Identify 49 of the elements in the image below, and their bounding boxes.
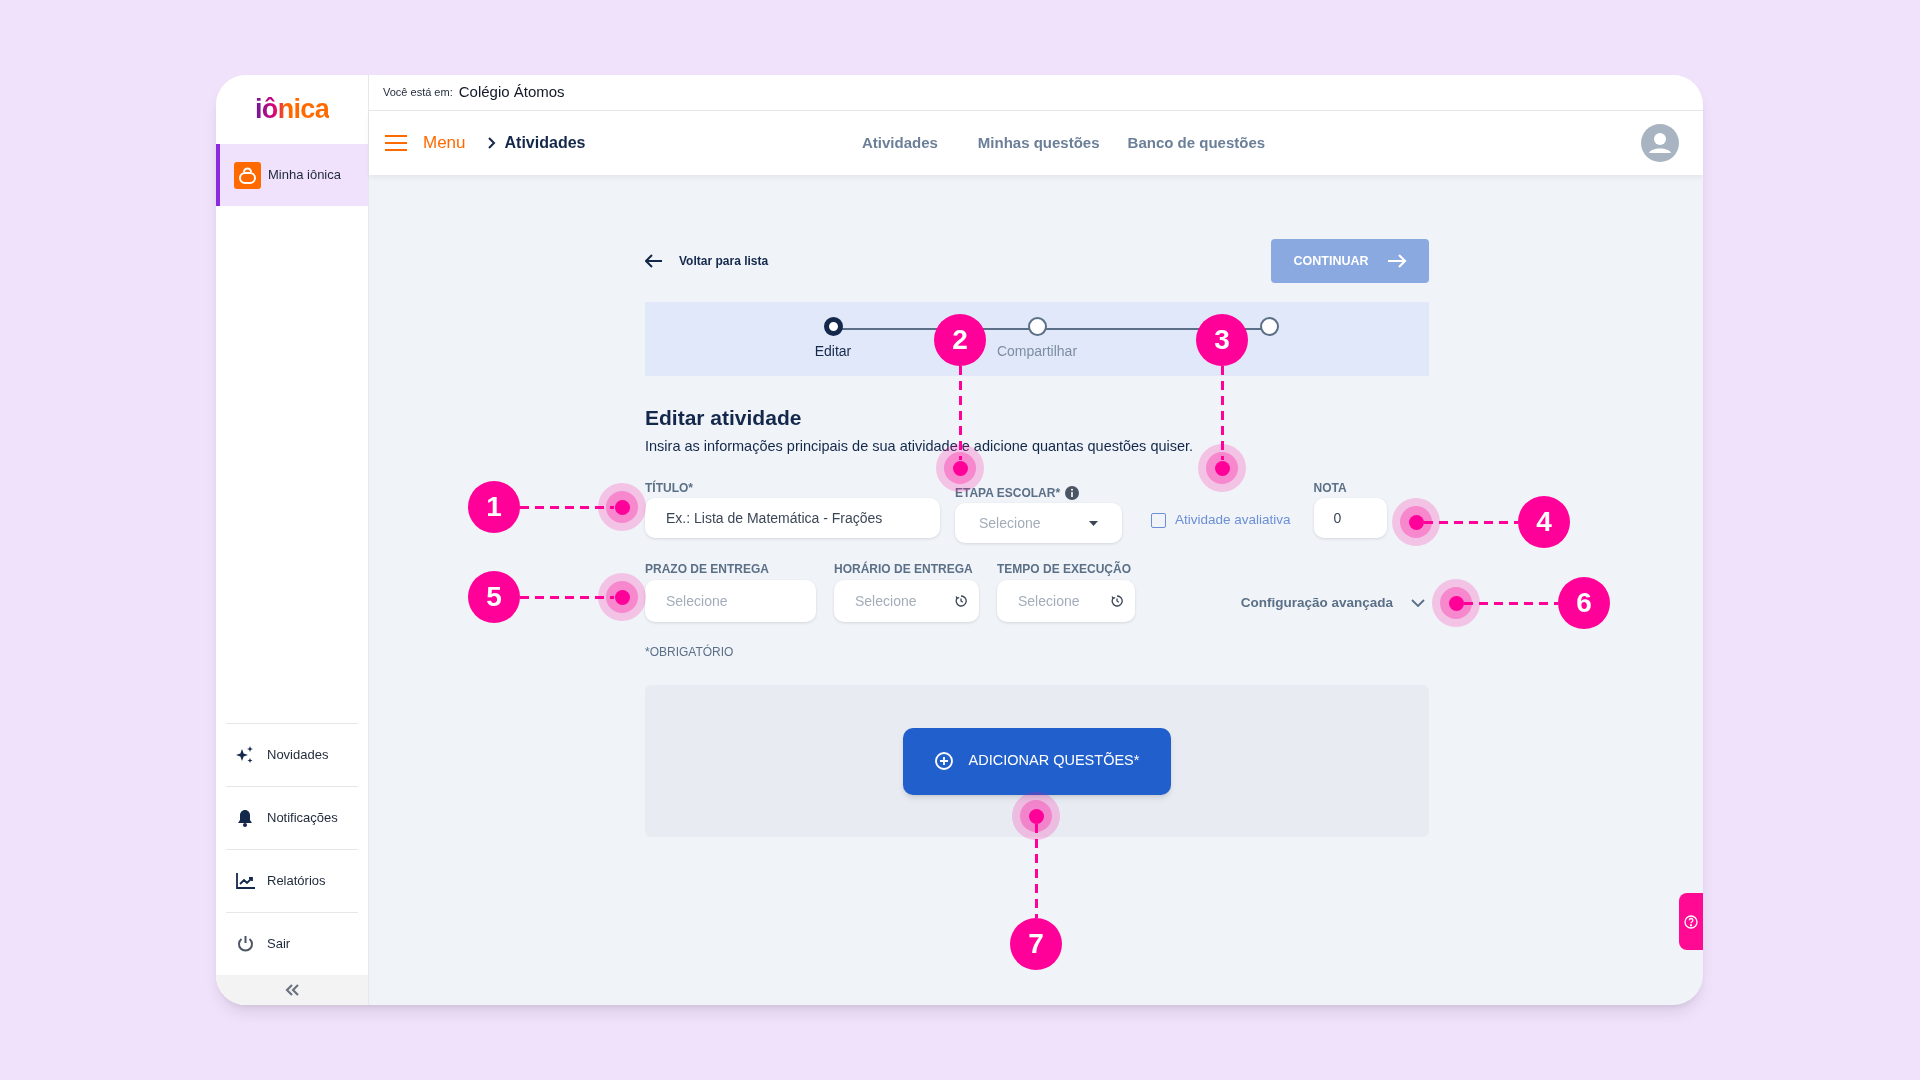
back-link[interactable]: Voltar para lista <box>645 252 769 270</box>
menu-icon <box>385 134 407 152</box>
advanced-settings-toggle[interactable]: Configuração avançada <box>1240 593 1425 614</box>
plus-circle-icon <box>934 752 953 771</box>
arrow-left-icon <box>645 254 663 268</box>
field-label: HORÁRIO DE ENTREGA <box>834 560 974 578</box>
grade-input[interactable]: 0 <box>1313 498 1387 539</box>
field-label: NOTA <box>1313 480 1348 497</box>
deadline-input[interactable]: Selecione <box>645 580 816 623</box>
chevron-down-icon <box>1411 599 1425 608</box>
menu-button[interactable]: Menu <box>385 130 466 156</box>
nav-link[interactable]: Minhas questões <box>977 131 1100 155</box>
evaluative-checkbox[interactable]: Atividade avaliativa <box>1151 510 1291 531</box>
field-label: TEMPO DE EXECUÇÃO <box>997 560 1132 578</box>
help-tab[interactable] <box>1679 893 1703 950</box>
field-label: ETAPA ESCOLAR* <box>955 484 1061 502</box>
step-indicator[interactable] <box>823 317 843 336</box>
clock-icon <box>1111 595 1123 608</box>
clock-icon <box>955 595 967 608</box>
field-label: TÍTULO* <box>645 479 694 497</box>
required-note: *OBRIGATÓRIO <box>645 643 735 662</box>
sparkles-icon <box>235 745 255 765</box>
nav-link[interactable]: Atividades <box>862 131 938 155</box>
sidebar-item[interactable]: Novidades <box>226 723 358 786</box>
step-label: Compartilhar <box>996 342 1078 361</box>
location-label: Você está em: <box>383 85 453 101</box>
info-icon <box>1065 485 1080 500</box>
page-description: Insira as informações principais de sua atividade e adicione quantas questões quiser. <box>645 436 1195 456</box>
chart-icon <box>235 873 255 889</box>
bell-icon <box>237 809 253 827</box>
nav-link[interactable]: Banco de questões <box>1127 131 1266 155</box>
step-label: Editar <box>814 342 852 361</box>
continue-button[interactable]: CONTINUAR <box>1271 239 1429 283</box>
title-input[interactable]: Ex.: Lista de Matemática - Frações <box>645 498 940 539</box>
power-icon <box>236 935 254 953</box>
field-label: PRAZO DE ENTREGA <box>645 561 770 578</box>
double-chevron-icon <box>284 984 300 996</box>
sidebar-item[interactable]: Relatórios <box>226 849 358 912</box>
school-name: Colégio Átomos <box>458 82 565 103</box>
page-heading: Editar atividade <box>645 405 803 431</box>
bag-icon <box>234 161 261 189</box>
sidebar-item[interactable]: Notificações <box>226 786 358 849</box>
help-icon <box>1684 914 1698 929</box>
caret-icon <box>1089 520 1098 526</box>
sidebar-item[interactable]: Minha iônica <box>216 144 368 206</box>
arrow-right-icon <box>1386 253 1407 269</box>
breadcrumb-item: Atividades <box>504 133 586 153</box>
add-questions-button[interactable]: ADICIONAR QUESTÕES* <box>903 727 1171 795</box>
chevron-right-icon <box>487 137 496 149</box>
